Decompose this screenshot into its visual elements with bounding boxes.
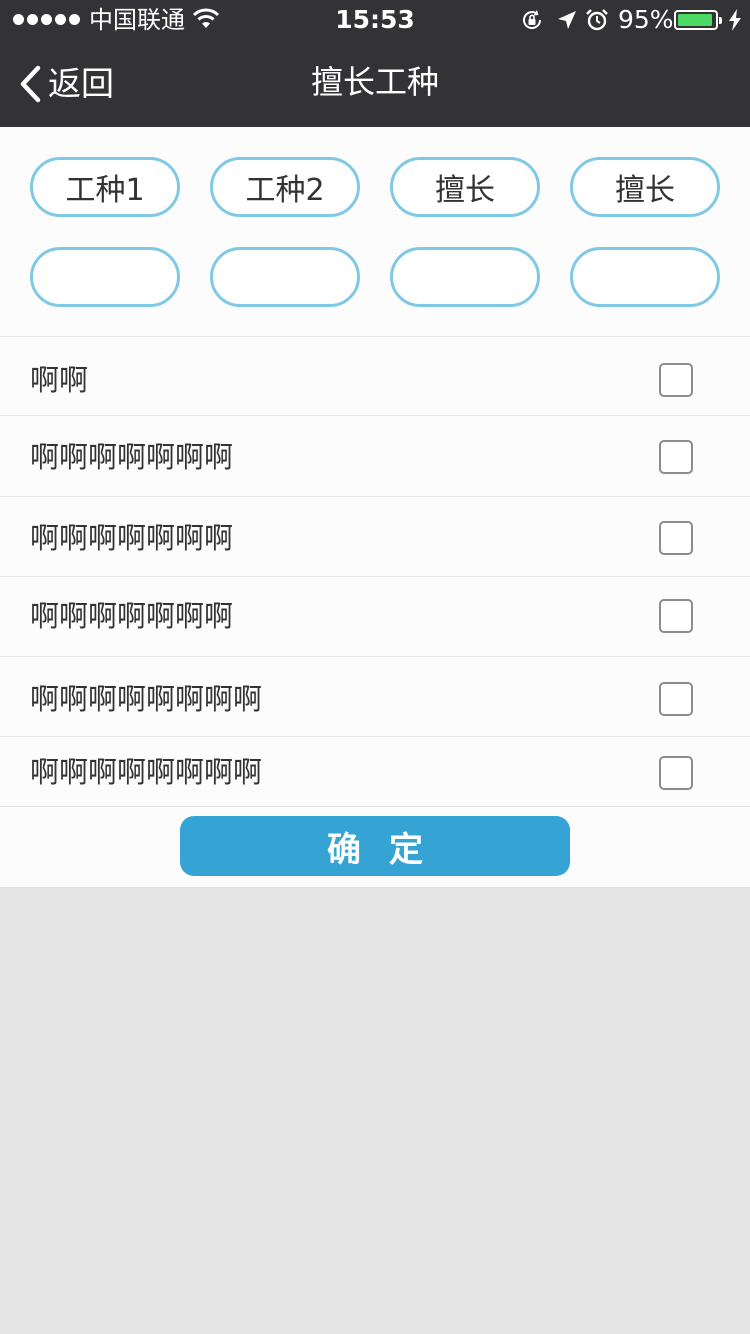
navigation-bar: 返回 擅长工种: [0, 40, 750, 127]
top-bar: 中国联通 15:53 95% 返回 擅长工种: [0, 0, 750, 127]
list-item: 啊啊啊啊啊啊啊啊: [0, 737, 750, 807]
tag-chip[interactable]: 工种1: [30, 157, 180, 217]
tag-chip[interactable]: 擅长: [390, 157, 540, 217]
battery-fill: [678, 14, 713, 26]
list-item: 啊啊啊啊啊啊啊: [0, 497, 750, 577]
item-checkbox[interactable]: [659, 363, 693, 397]
tag-chip-empty[interactable]: [30, 247, 180, 307]
list-item: 啊啊: [0, 337, 750, 416]
tag-grid: 工种1 工种2 擅长 擅长: [0, 127, 750, 337]
status-bar: 中国联通 15:53 95%: [0, 0, 750, 40]
item-checkbox[interactable]: [659, 440, 693, 474]
page-title: 擅长工种: [310, 63, 439, 101]
tag-chip-empty[interactable]: [390, 247, 540, 307]
list-item: 啊啊啊啊啊啊啊: [0, 577, 750, 657]
rotation-lock-icon: [523, 10, 542, 29]
item-checkbox[interactable]: [659, 521, 693, 555]
location-arrow-icon: [558, 11, 576, 29]
tag-chip-empty[interactable]: [210, 247, 360, 307]
item-checkbox[interactable]: [659, 756, 693, 790]
battery-percent: 95%: [618, 5, 674, 34]
list-item-label: 啊啊啊啊啊啊啊啊: [30, 755, 263, 789]
tag-chip[interactable]: 擅长: [570, 157, 720, 217]
battery-icon: [674, 10, 722, 30]
list-item-label: 啊啊啊啊啊啊啊啊: [30, 682, 263, 716]
list-item: 啊啊啊啊啊啊啊: [0, 416, 750, 497]
list-item: 啊啊啊啊啊啊啊啊: [0, 657, 750, 737]
empty-background: [0, 887, 750, 1334]
tag-chip-empty[interactable]: [570, 247, 720, 307]
alarm-icon: [586, 9, 608, 31]
charging-bolt-icon: [729, 9, 741, 31]
confirm-button[interactable]: 确定: [180, 816, 570, 876]
list-item-label: 啊啊啊啊啊啊啊: [30, 599, 234, 633]
tag-chip[interactable]: 工种2: [210, 157, 360, 217]
list-item-label: 啊啊: [30, 363, 89, 397]
item-checkbox[interactable]: [659, 599, 693, 633]
item-checkbox[interactable]: [659, 682, 693, 716]
list-item-label: 啊啊啊啊啊啊啊: [30, 521, 234, 555]
main-content: 工种1 工种2 擅长 擅长 啊啊 啊啊啊啊啊啊啊 啊啊啊啊啊啊啊 啊啊啊啊啊啊啊…: [0, 127, 750, 887]
list-item-label: 啊啊啊啊啊啊啊: [30, 440, 234, 474]
